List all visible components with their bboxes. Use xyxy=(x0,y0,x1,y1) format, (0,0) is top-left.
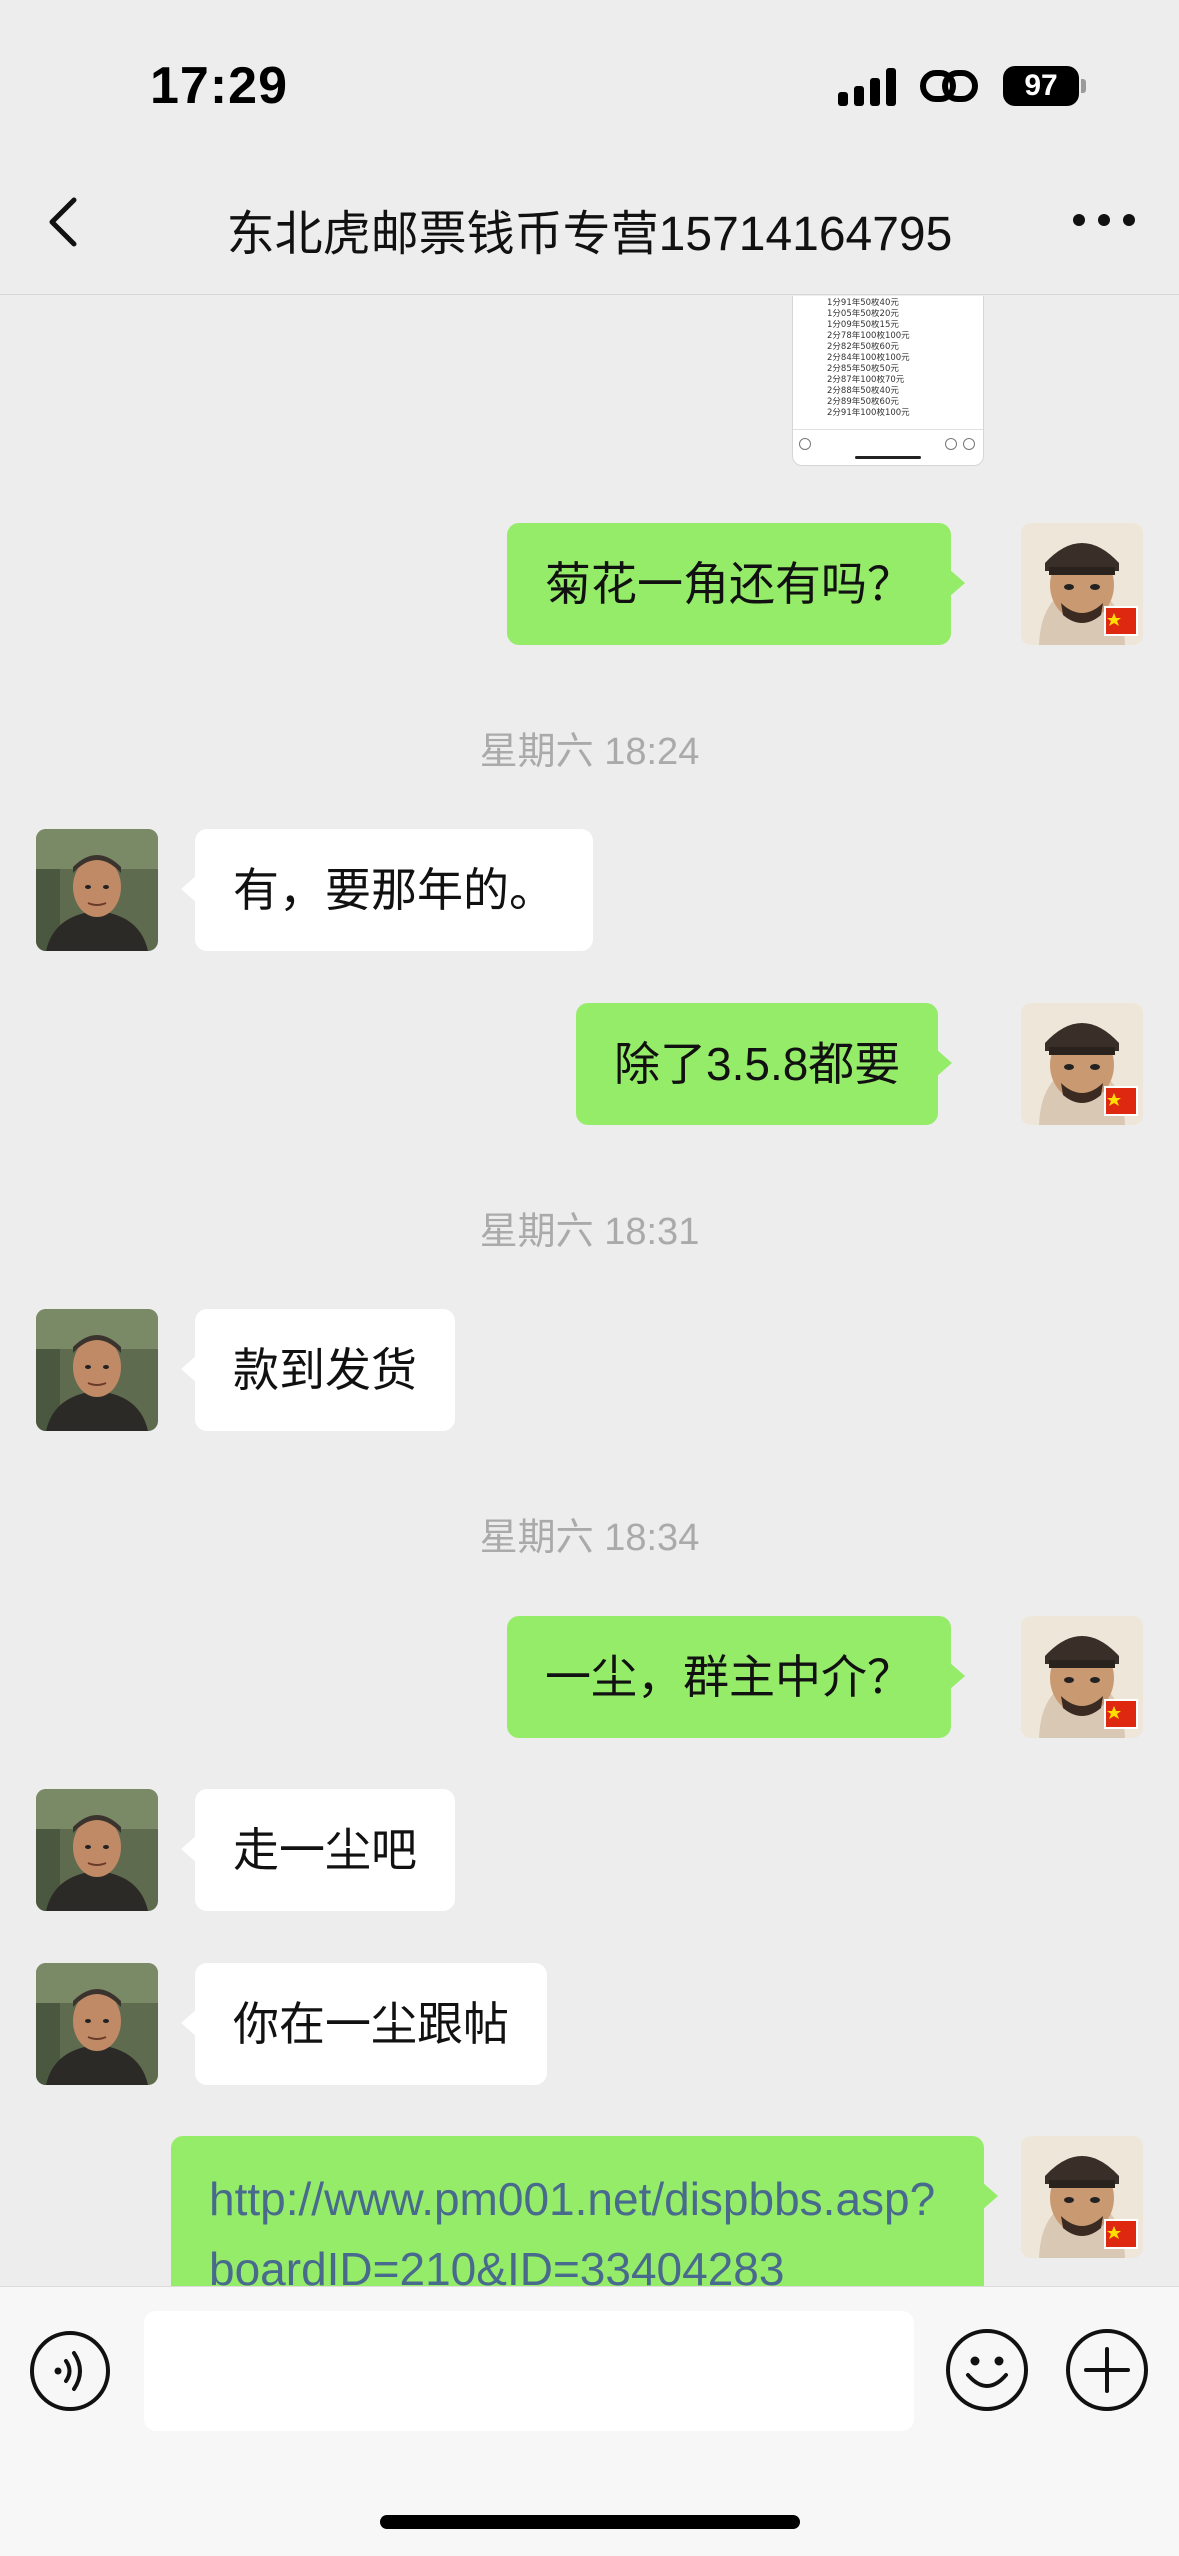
received-message-bubble[interactable]: 款到发货 xyxy=(181,1309,455,1431)
home-indicator xyxy=(380,2515,800,2529)
plus-icon[interactable] xyxy=(1064,2327,1150,2413)
message-list[interactable]: 1分86年50枚50元1分91年50枚40元1分05年50枚20元1分09年50… xyxy=(0,296,1179,2286)
thumbnail-line: 1分91年50枚40元 xyxy=(827,298,899,308)
self-avatar-image xyxy=(1021,523,1143,645)
received-message-bubble[interactable]: 你在一尘跟帖 xyxy=(181,1963,547,2085)
self-avatar[interactable] xyxy=(1021,1003,1143,1125)
contact-avatar-image xyxy=(36,829,158,951)
contact-avatar-image xyxy=(36,1309,158,1431)
emoji-icon[interactable] xyxy=(944,2327,1030,2413)
thumbnail-line: 2分78年100枚100元 xyxy=(827,331,910,341)
sent-message-bubble[interactable]: 菊花一角还有吗？ xyxy=(507,523,965,645)
contact-avatar-image xyxy=(36,1963,158,2085)
battery-indicator: 97 xyxy=(1003,66,1079,106)
thumbnail-line: 2分91年100枚100元 xyxy=(827,408,910,418)
voice-icon[interactable] xyxy=(28,2329,112,2413)
thumbnail-line: 2分85年50枚50元 xyxy=(827,364,899,374)
thumbnail-toolbar xyxy=(793,429,983,465)
thumbnail-plus-icon xyxy=(963,438,975,450)
received-message-bubble[interactable]: 有，要那年的。 xyxy=(181,829,593,951)
thumbnail-voice-icon xyxy=(799,438,811,450)
contact-avatar[interactable] xyxy=(36,829,158,951)
timestamp: 星期六 18:34 xyxy=(479,1517,700,1559)
link-icon xyxy=(920,70,978,102)
thumbnail-line: 2分88年50枚40元 xyxy=(827,386,899,396)
thumbnail-line: 1分05年50枚20元 xyxy=(827,309,899,319)
contact-avatar-image xyxy=(36,1789,158,1911)
chevron-left-icon[interactable] xyxy=(36,192,96,252)
timestamp: 星期六 18:24 xyxy=(479,731,700,773)
received-message-bubble[interactable]: 走一尘吧 xyxy=(181,1789,455,1911)
chat-screen: 17:29 97 东北虎邮票钱币专营15714164795 1分86年50枚50 xyxy=(0,0,1179,2556)
cellular-signal-icon xyxy=(838,66,898,106)
self-avatar-image xyxy=(1021,2136,1143,2258)
self-avatar[interactable] xyxy=(1021,2136,1143,2258)
battery-tip xyxy=(1081,79,1086,93)
input-bar xyxy=(0,2286,1179,2556)
contact-avatar[interactable] xyxy=(36,1309,158,1431)
contact-avatar[interactable] xyxy=(36,1963,158,2085)
image-message-thumbnail[interactable]: 1分86年50枚50元1分91年50枚40元1分05年50枚20元1分09年50… xyxy=(792,296,984,466)
thumbnail-home-bar xyxy=(855,456,921,459)
self-avatar[interactable] xyxy=(1021,523,1143,645)
thumbnail-line: 2分84年100枚100元 xyxy=(827,353,910,363)
more-dots-icon[interactable] xyxy=(1069,200,1139,240)
thumbnail-line: 2分89年50枚60元 xyxy=(827,397,899,407)
chat-title: 东北虎邮票钱币专营15714164795 xyxy=(226,208,953,261)
chat-header: 东北虎邮票钱币专营15714164795 xyxy=(0,150,1179,295)
sent-link-bubble[interactable]: http://www.pm001.net/dispbbs.asp?boardID… xyxy=(171,2136,998,2286)
contact-avatar[interactable] xyxy=(36,1789,158,1911)
self-avatar[interactable] xyxy=(1021,1616,1143,1738)
thumbnail-text: 1分86年50枚50元1分91年50枚40元1分05年50枚20元1分09年50… xyxy=(827,296,951,419)
status-time: 17:29 xyxy=(150,57,288,115)
thumbnail-line: 2分82年50枚60元 xyxy=(827,342,899,352)
thumbnail-line: 2分87年100枚70元 xyxy=(827,375,905,385)
self-avatar-image xyxy=(1021,1003,1143,1125)
self-avatar-image xyxy=(1021,1616,1143,1738)
thumbnail-line: 1分09年50枚15元 xyxy=(827,320,899,330)
sent-message-bubble[interactable]: 一尘，群主中介？ xyxy=(507,1616,965,1738)
sent-message-bubble[interactable]: 除了3.5.8都要 xyxy=(576,1003,953,1125)
timestamp: 星期六 18:31 xyxy=(479,1211,700,1253)
thumbnail-emoji-icon xyxy=(945,438,957,450)
status-bar: 17:29 97 xyxy=(0,0,1179,150)
message-input[interactable] xyxy=(144,2311,914,2431)
